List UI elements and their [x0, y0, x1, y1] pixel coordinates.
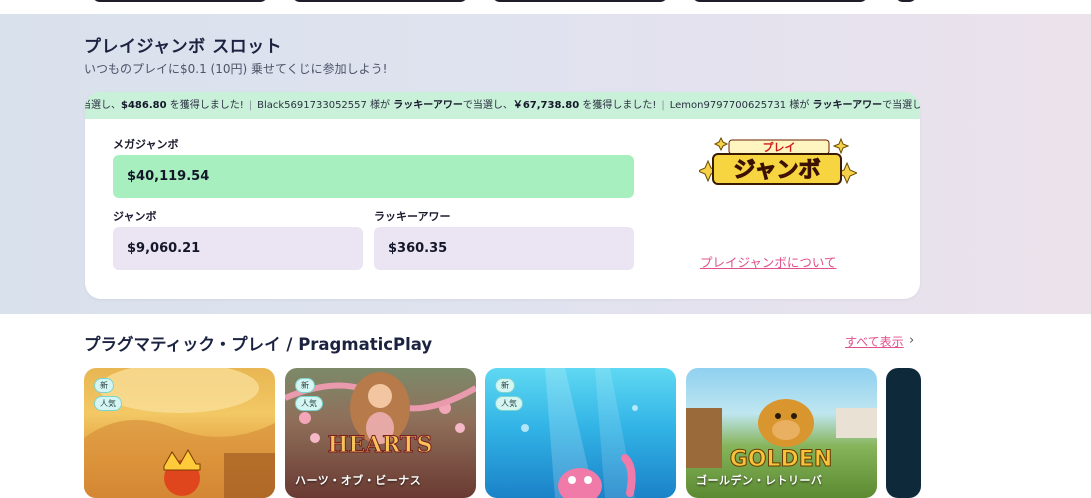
- lucky-hour-value: $360.35: [374, 227, 634, 270]
- ticker-amount: $486.80: [121, 100, 167, 111]
- game-logo: HEARTS: [327, 432, 433, 459]
- mega-jumbo-label: メガジャンボ: [113, 138, 179, 151]
- new-badge: 新: [94, 378, 114, 393]
- provider-title: プラグマティック・プレイ / PragmaticPlay: [84, 335, 433, 354]
- ticker-text: 様が: [366, 100, 394, 111]
- game-title: ゴールデン・レトリーバ: [696, 474, 823, 487]
- new-badge: 新: [495, 378, 515, 393]
- popular-badge: 人気: [295, 396, 323, 411]
- ticker-amount: ￥67,738.80: [512, 100, 580, 111]
- game-card[interactable]: HEARTS 新 人気 ハーツ・オブ・ビーナス: [285, 368, 476, 498]
- popular-badge: 人気: [94, 396, 122, 411]
- ticker-prize: ラッキーアワー: [812, 100, 883, 111]
- top-strip: [0, 0, 1091, 14]
- section-subtitle: いつものプレイに$0.1 (10円) 乗せてくじに参加しよう!: [84, 62, 388, 76]
- ticker-separator: |: [248, 100, 253, 111]
- top-tab-3[interactable]: [492, 0, 668, 2]
- popular-badge: 人気: [495, 396, 523, 411]
- ticker-text: を獲得しました!: [166, 100, 244, 111]
- play-jumbo-logo: プレイ ジャンボ: [699, 136, 857, 185]
- ticker-text: で当選し、: [882, 100, 920, 111]
- top-tab-5[interactable]: [895, 0, 917, 2]
- game-title: ハーツ・オブ・ビーナス: [295, 474, 422, 487]
- chevron-right-icon[interactable]: ›: [909, 333, 914, 348]
- show-all-link[interactable]: すべて表示: [845, 333, 904, 350]
- ticker-user: Lemon9797700625731: [669, 100, 787, 111]
- game-logo-text: GOLDEN: [730, 447, 832, 472]
- ticker-text: 様が: [786, 100, 813, 111]
- jumbo-value: $9,060.21: [113, 227, 363, 270]
- ticker-text: を獲得しました!: [579, 100, 657, 111]
- game-card[interactable]: [886, 368, 921, 498]
- ticker-user: Black5691733052557: [257, 100, 367, 111]
- game-logo-text: HEARTS: [328, 432, 433, 458]
- ticker-prize: ラッキーアワー: [393, 100, 463, 111]
- about-play-jumbo-link[interactable]: プレイジャンボについて: [700, 252, 837, 271]
- ticker-text: で当選し、: [462, 100, 513, 111]
- game-card[interactable]: 新 人気: [84, 368, 275, 498]
- game-card[interactable]: GOLDEN ゴールデン・レトリーバ: [686, 368, 877, 498]
- winner-ticker: 当選し、$486.80 を獲得しました! | Black5691733052557 …: [85, 92, 920, 119]
- logo-text-top: プレイ: [763, 140, 796, 154]
- ticker-text: 当選し、: [85, 100, 121, 111]
- top-tab-4[interactable]: [692, 0, 868, 2]
- game-card[interactable]: 新 人気: [485, 368, 676, 498]
- new-badge: 新: [295, 378, 315, 393]
- lucky-hour-label: ラッキーアワー: [374, 210, 451, 223]
- jumbo-label: ジャンボ: [113, 210, 157, 223]
- section-title: プレイジャンボ スロット: [84, 37, 283, 57]
- mega-jumbo-value: $40,119.54: [113, 155, 634, 198]
- top-tab-1[interactable]: [92, 0, 268, 2]
- ticker-separator: |: [661, 100, 665, 111]
- top-tab-2[interactable]: [292, 0, 468, 2]
- logo-text-main: ジャンボ: [734, 158, 821, 183]
